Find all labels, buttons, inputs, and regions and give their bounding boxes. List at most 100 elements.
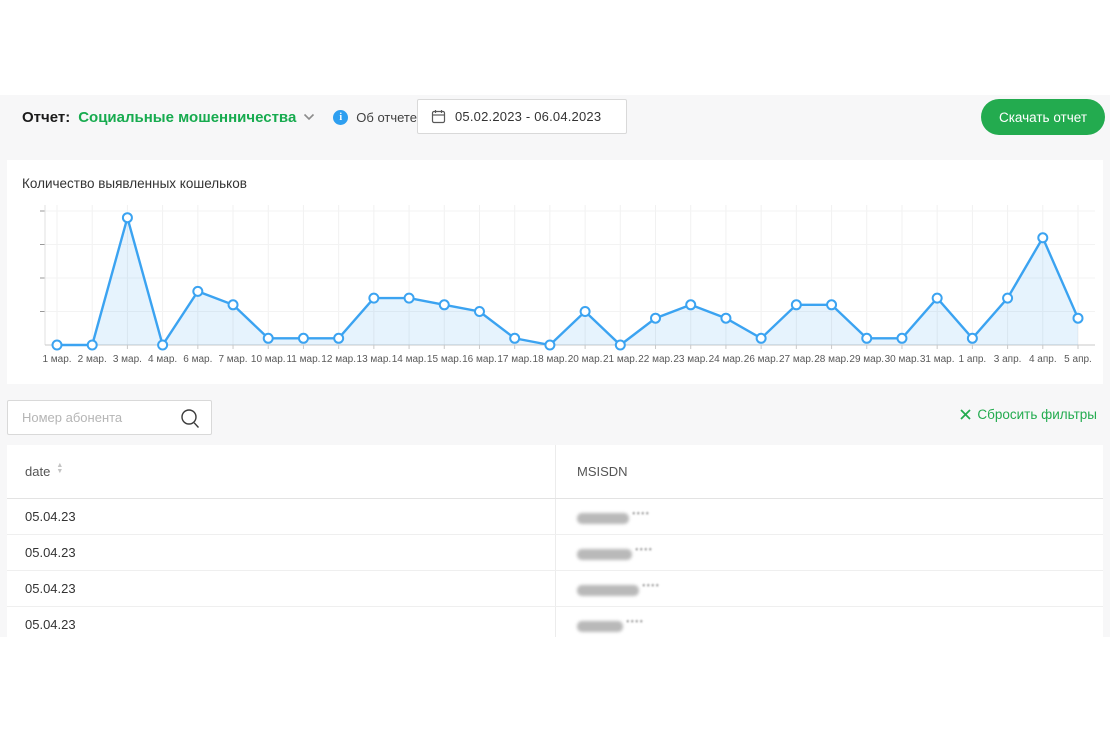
sort-icon: ▲▼ (56, 466, 63, 478)
chevron-down-icon (303, 113, 315, 121)
reset-filters-label: Сбросить фильтры (977, 407, 1097, 422)
cell-msisdn-masked: **** (577, 618, 644, 632)
data-point (1074, 314, 1083, 323)
chart-title: Количество выявленных кошельков (22, 176, 247, 191)
data-point (1038, 233, 1047, 242)
svg-text:23 мар.: 23 мар. (673, 354, 708, 365)
data-point (581, 307, 590, 316)
report-label: Отчет: (22, 109, 70, 126)
svg-text:26 мар.: 26 мар. (744, 354, 779, 365)
info-icon[interactable]: i (333, 110, 348, 125)
data-point (334, 334, 343, 343)
chart-card: Количество выявленных кошельков 1 мар. 2 … (7, 160, 1103, 384)
svg-text:11 мар.: 11 мар. (286, 354, 320, 365)
data-point (757, 334, 766, 343)
data-point (510, 334, 519, 343)
data-point (158, 341, 167, 350)
data-point (88, 341, 97, 350)
redacted-msisdn-blob (577, 549, 632, 560)
svg-text:24 мар.: 24 мар. (709, 354, 744, 365)
column-header-date[interactable]: date ▲▼ (25, 464, 63, 479)
svg-text:1 мар.: 1 мар. (42, 354, 71, 365)
svg-text:17 мар.: 17 мар. (497, 354, 532, 365)
svg-text:22 мар.: 22 мар. (638, 354, 673, 365)
svg-text:2 мар.: 2 мар. (78, 354, 107, 365)
svg-text:27 мар.: 27 мар. (779, 354, 814, 365)
svg-text:14 мар.: 14 мар. (392, 354, 427, 365)
msisdn-mask-stars: **** (642, 582, 660, 592)
date-range-picker[interactable]: 05.02.2023 - 06.04.2023 (417, 99, 627, 134)
data-point (933, 294, 942, 303)
data-point (299, 334, 308, 343)
svg-text:21 мар.: 21 мар. (603, 354, 638, 365)
cell-msisdn-masked: **** (577, 582, 660, 596)
table-row: 05.04.23 **** (7, 499, 1103, 535)
data-point (651, 314, 660, 323)
data-point (229, 300, 238, 309)
msisdn-mask-stars: **** (632, 510, 650, 520)
svg-text:6 мар.: 6 мар. (183, 354, 212, 365)
data-point (1003, 294, 1012, 303)
data-point (53, 341, 62, 350)
svg-text:4 мар.: 4 мар. (148, 354, 177, 365)
svg-text:13 мар.: 13 мар. (357, 354, 392, 365)
redacted-msisdn-blob (577, 585, 639, 596)
results-table: date ▲▼ MSISDN 05.04.23****05.04.23****0… (7, 445, 1103, 637)
svg-text:20 мар.: 20 мар. (568, 354, 603, 365)
report-header: Отчет: Социальные мошенничества i Об отч… (0, 99, 1110, 135)
svg-text:18 мар.: 18 мар. (533, 354, 568, 365)
reset-filters-link[interactable]: Сбросить фильтры (960, 407, 1097, 422)
cell-date: 05.04.23 (25, 617, 76, 632)
svg-text:3 мар.: 3 мар. (113, 354, 142, 365)
table-row: 05.04.23 **** (7, 535, 1103, 571)
wallets-line-chart: 1 мар. 2 мар. 3 мар. 4 мар. 6 мар. 7 мар. 10 м… (15, 205, 1095, 375)
data-point (545, 341, 554, 350)
data-point (440, 300, 449, 309)
data-point (475, 307, 484, 316)
data-point (193, 287, 202, 296)
table-header: date ▲▼ MSISDN (7, 445, 1103, 499)
redacted-msisdn-blob (577, 621, 623, 632)
search-icon[interactable] (180, 408, 201, 434)
table-body: 05.04.23****05.04.23****05.04.23****05.0… (7, 499, 1103, 637)
data-point (264, 334, 273, 343)
svg-text:4 апр.: 4 апр. (1029, 354, 1057, 365)
cell-msisdn-masked: **** (577, 546, 653, 560)
msisdn-mask-stars: **** (626, 618, 644, 628)
msisdn-mask-stars: **** (635, 546, 653, 556)
data-point (686, 300, 695, 309)
close-icon (960, 409, 971, 420)
svg-text:1 апр.: 1 апр. (959, 354, 987, 365)
svg-text:29 мар.: 29 мар. (849, 354, 884, 365)
cell-date: 05.04.23 (25, 581, 76, 596)
data-point (897, 334, 906, 343)
search-box (7, 400, 212, 435)
svg-text:30 мар.: 30 мар. (885, 354, 920, 365)
download-report-button[interactable]: Скачать отчет (981, 99, 1105, 135)
svg-text:7 мар.: 7 мар. (218, 354, 247, 365)
data-point (405, 294, 414, 303)
svg-text:5 апр.: 5 апр. (1064, 354, 1092, 365)
cell-msisdn-masked: **** (577, 510, 650, 524)
report-type-dropdown[interactable]: Социальные мошенничества (78, 109, 315, 126)
table-row: 05.04.23 **** (7, 571, 1103, 607)
about-report-link[interactable]: Об отчете (356, 110, 417, 125)
cell-date: 05.04.23 (25, 545, 76, 560)
data-point (792, 300, 801, 309)
data-point (616, 341, 625, 350)
svg-text:15 мар.: 15 мар. (427, 354, 462, 365)
cell-date: 05.04.23 (25, 509, 76, 524)
svg-text:10 мар.: 10 мар. (251, 354, 286, 365)
data-point (369, 294, 378, 303)
table-row: 05.04.23 **** (7, 607, 1103, 637)
content-area: Отчет: Социальные мошенничества i Об отч… (0, 95, 1110, 637)
data-point (721, 314, 730, 323)
svg-text:28 мар.: 28 мар. (814, 354, 849, 365)
data-point (968, 334, 977, 343)
calendar-icon (431, 109, 446, 124)
svg-text:31 мар.: 31 мар. (920, 354, 955, 365)
data-point (862, 334, 871, 343)
data-point (123, 213, 132, 222)
svg-text:3 апр.: 3 апр. (994, 354, 1022, 365)
redacted-msisdn-blob (577, 513, 629, 524)
